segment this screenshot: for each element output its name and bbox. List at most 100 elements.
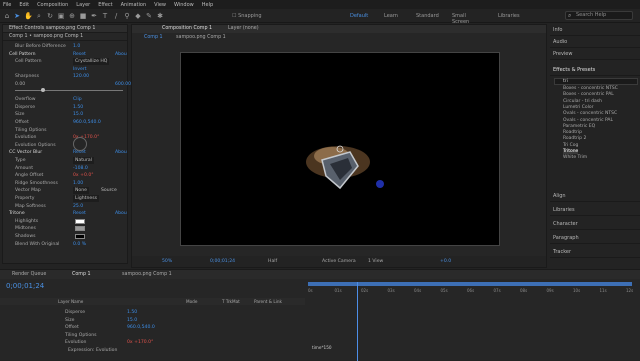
fx-row[interactable]: CC Vector Blur Reset Abou bbox=[3, 149, 127, 156]
color-swatch[interactable] bbox=[75, 234, 85, 239]
fx-row[interactable]: Blur Before Difference 1.0 bbox=[3, 43, 127, 50]
fx-row[interactable]: Overflow Clip bbox=[3, 96, 127, 103]
tracker-panel[interactable]: Tracker bbox=[550, 246, 640, 258]
fx-value[interactable]: Natural bbox=[73, 157, 94, 164]
character-panel[interactable]: Character bbox=[550, 218, 640, 230]
render-queue-tab[interactable]: Render Queue bbox=[12, 270, 46, 279]
fx-value[interactable]: Lightness bbox=[73, 195, 99, 202]
preset-item[interactable]: Tri Cog bbox=[563, 143, 578, 148]
evolution-dial[interactable] bbox=[73, 137, 87, 151]
zoom-dropdown[interactable]: 50% bbox=[162, 256, 172, 267]
search-help-input[interactable]: Search Help bbox=[565, 11, 633, 20]
fx-row[interactable]: Evolution Options bbox=[3, 142, 127, 149]
fx-value[interactable]: -108.0 bbox=[73, 165, 88, 172]
exposure-value[interactable]: +0.0 bbox=[440, 256, 451, 267]
pen-tool-icon[interactable]: ✒ bbox=[90, 12, 98, 20]
brush-tool-icon[interactable]: / bbox=[112, 12, 120, 20]
fx-value[interactable]: 1.0 bbox=[73, 43, 80, 50]
fx-value[interactable]: 960.0,540.0 bbox=[73, 119, 101, 126]
clone-stamp-icon[interactable]: ⚲ bbox=[123, 12, 131, 20]
selection-tool-icon[interactable]: ➤ bbox=[13, 12, 21, 20]
fx-value[interactable]: None bbox=[73, 187, 89, 195]
workspace-default[interactable]: Default bbox=[350, 13, 368, 19]
camera-dropdown[interactable]: Active Camera bbox=[322, 256, 356, 267]
fx-row[interactable]: Map Softness 25.0 bbox=[3, 203, 127, 210]
timeline-row[interactable]: Expression: Evolution bbox=[68, 348, 117, 353]
menu-animation[interactable]: Animation bbox=[121, 2, 147, 8]
fx-row[interactable]: Offset 960.0,540.0 bbox=[3, 119, 127, 126]
effects-presets-panel[interactable]: Effects & Presets bbox=[550, 64, 640, 76]
fx-about-link[interactable]: Abou bbox=[115, 210, 127, 217]
timeline-row[interactable]: Size 15.0 bbox=[65, 318, 137, 323]
timeline-row-value[interactable]: 960.0,540.0 bbox=[127, 325, 155, 330]
paragraph-panel[interactable]: Paragraph bbox=[550, 232, 640, 244]
type-tool-icon[interactable]: T bbox=[101, 12, 109, 20]
slider-handle[interactable] bbox=[41, 88, 45, 92]
hand-tool-icon[interactable]: ✋ bbox=[24, 12, 33, 20]
menu-window[interactable]: Window bbox=[174, 2, 194, 8]
fx-row[interactable]: Angle Offset 0x +0.0° bbox=[3, 172, 127, 179]
rectangle-tool-icon[interactable]: ■ bbox=[79, 12, 87, 20]
info-panel[interactable]: Info bbox=[550, 24, 640, 36]
fx-row[interactable]: Cell Pattern Crystallize HQ bbox=[3, 58, 127, 66]
expression-text[interactable]: time*150 bbox=[312, 345, 332, 350]
timeline-row-value[interactable]: 0x +170.0° bbox=[127, 340, 153, 345]
fx-row[interactable]: Invert bbox=[3, 66, 127, 73]
preset-item[interactable]: Parametric EQ bbox=[563, 124, 595, 129]
fx-row[interactable]: Ridge Smoothness 1.00 bbox=[3, 180, 127, 187]
fx-value[interactable]: Invert bbox=[73, 66, 87, 73]
home-icon[interactable]: ⌂ bbox=[3, 12, 11, 20]
quality-dropdown[interactable]: Half bbox=[268, 256, 277, 267]
fx-row[interactable]: Tiling Options bbox=[3, 127, 127, 134]
fx-value[interactable]: 0.0 % bbox=[73, 241, 86, 248]
workspace-standard[interactable]: Standard bbox=[416, 13, 439, 19]
fx-value[interactable]: Clip bbox=[73, 96, 82, 103]
preset-item[interactable]: Ovals - concentric PAL bbox=[563, 118, 613, 123]
layer-tab[interactable]: Layer (none) bbox=[228, 25, 259, 33]
fx-row[interactable]: 0.00 600.00 bbox=[3, 81, 131, 88]
workspace-learn[interactable]: Learn bbox=[384, 13, 398, 19]
effects-search-input[interactable]: tri bbox=[554, 78, 638, 85]
source-dropdown[interactable]: Source bbox=[101, 187, 117, 194]
roto-brush-icon[interactable]: ✎ bbox=[145, 12, 153, 20]
timeline-row[interactable]: Offset 960.0,540.0 bbox=[65, 325, 155, 330]
menu-composition[interactable]: Composition bbox=[37, 2, 68, 8]
views-dropdown[interactable]: 1 View bbox=[368, 256, 383, 267]
effect-controls-tab[interactable]: Effect Controls sampoo.png Comp 1 bbox=[3, 25, 127, 33]
viewer-timecode[interactable]: 0;00;01;24 bbox=[210, 256, 235, 267]
preset-item[interactable]: Tritone bbox=[563, 149, 579, 154]
fx-value[interactable]: 1.00 bbox=[73, 180, 83, 187]
fx-value[interactable]: 25.0 bbox=[73, 203, 83, 210]
fx-row[interactable]: Size 15.0 bbox=[3, 111, 127, 118]
preset-item[interactable]: Lumetri Color bbox=[563, 105, 593, 110]
fx-row[interactable]: Type Natural bbox=[3, 157, 127, 164]
fx-value[interactable]: 15.0 bbox=[73, 111, 83, 118]
comp-breadcrumb-1[interactable]: Comp 1 bbox=[144, 34, 163, 42]
preset-item[interactable]: Ovals - concentric NTSC bbox=[563, 111, 617, 116]
fx-row[interactable]: Midtones bbox=[3, 225, 127, 232]
camera-tool-icon[interactable]: ▣ bbox=[57, 12, 65, 20]
fx-value[interactable]: 120.00 bbox=[73, 73, 89, 80]
align-panel[interactable]: Align bbox=[550, 190, 640, 202]
fx-value[interactable]: Crystallize HQ bbox=[73, 58, 110, 66]
timeline-row[interactable]: Evolution 0x +170.0° bbox=[65, 340, 153, 345]
menu-file[interactable]: File bbox=[3, 2, 11, 8]
pan-behind-icon[interactable]: ⊕ bbox=[68, 12, 76, 20]
libraries-panel[interactable]: Libraries bbox=[550, 204, 640, 216]
color-swatch[interactable] bbox=[75, 226, 85, 232]
fx-row[interactable]: Vector Map None Source bbox=[3, 187, 127, 195]
zoom-tool-icon[interactable]: ⌕ bbox=[35, 12, 43, 20]
menu-view[interactable]: View bbox=[154, 2, 166, 8]
fx-row[interactable]: Disperse 1.50 bbox=[3, 104, 127, 111]
fx-value[interactable]: 1.50 bbox=[73, 104, 83, 111]
menu-help[interactable]: Help bbox=[202, 2, 213, 8]
fx-about-link[interactable]: Abou bbox=[115, 149, 127, 156]
fx-about-link[interactable]: 600.00 bbox=[115, 81, 131, 88]
fx-row[interactable]: Property Lightness bbox=[3, 195, 127, 202]
preset-item[interactable]: White Trim bbox=[563, 155, 587, 160]
puppet-tool-icon[interactable]: ✱ bbox=[156, 12, 164, 20]
fx-row[interactable]: Shadows bbox=[3, 233, 127, 240]
fx-value[interactable]: Reset bbox=[73, 51, 86, 58]
fx-row[interactable]: Amount -108.0 bbox=[3, 165, 127, 172]
fx-row[interactable]: Highlights bbox=[3, 218, 127, 225]
